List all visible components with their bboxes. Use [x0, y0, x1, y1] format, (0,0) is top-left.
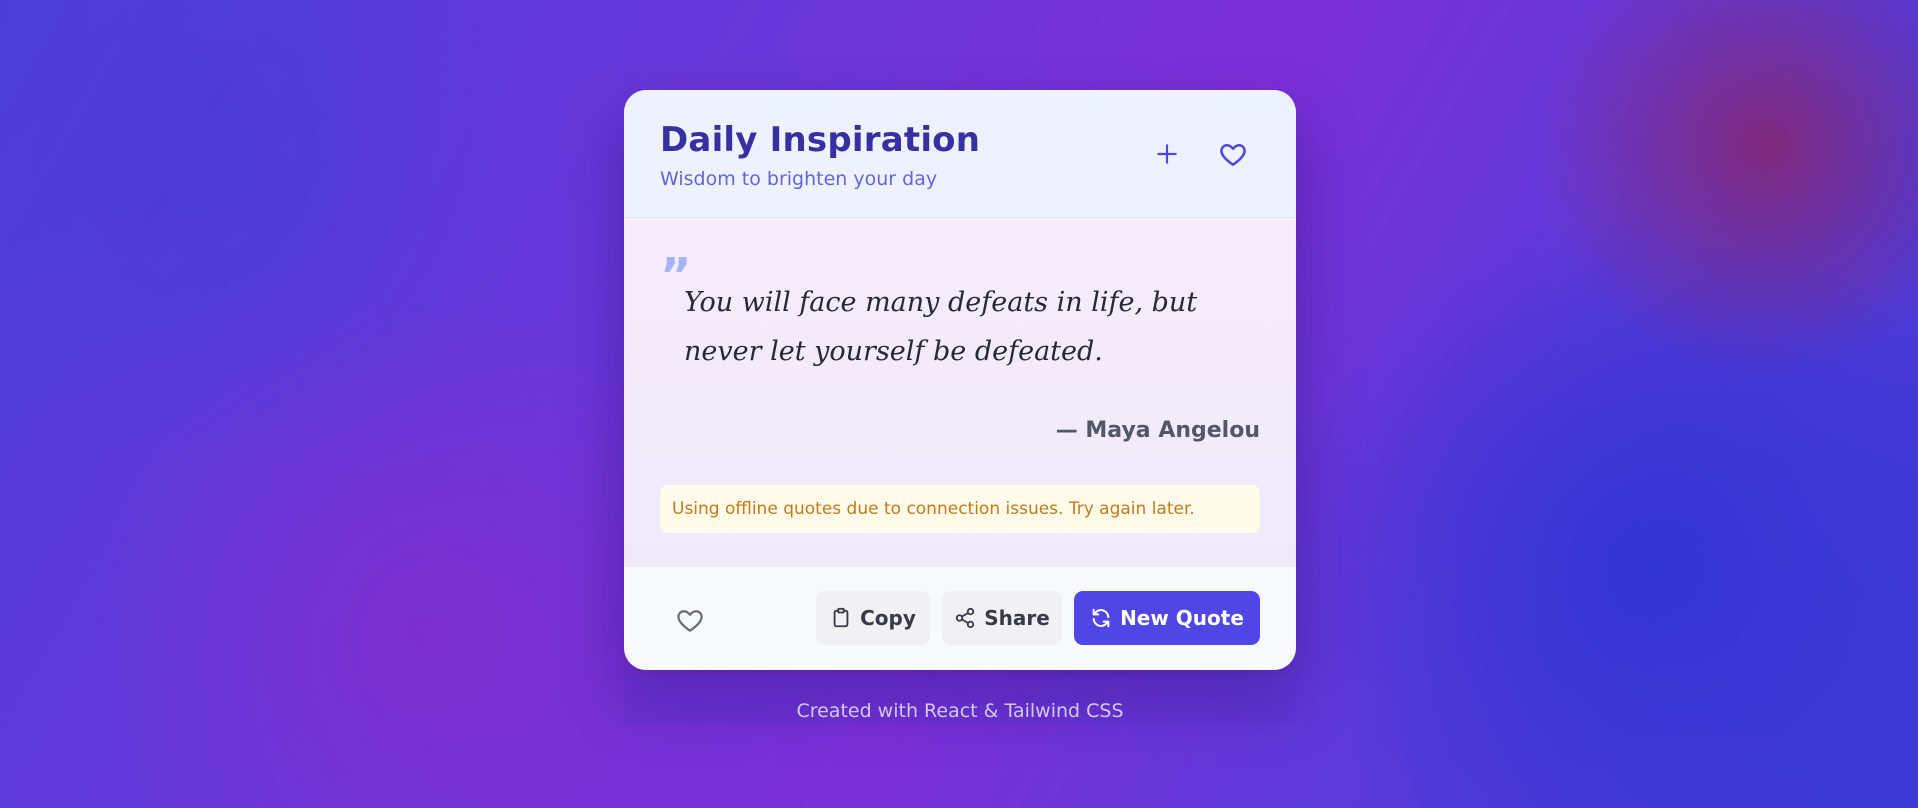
- offline-notice: Using offline quotes due to connection i…: [660, 485, 1260, 533]
- new-quote-label: New Quote: [1120, 606, 1244, 630]
- app-subtitle: Wisdom to brighten your day: [660, 168, 938, 190]
- quote-card: Daily Inspiration Wisdom to brighten you…: [624, 90, 1296, 670]
- like-button[interactable]: [670, 600, 710, 640]
- favorites-button[interactable]: [1213, 134, 1253, 174]
- heart-outline-icon: [677, 610, 703, 632]
- heart-icon: [1220, 144, 1246, 166]
- copy-label: Copy: [860, 606, 916, 630]
- new-quote-button[interactable]: New Quote: [1074, 591, 1260, 645]
- quote-author: — Maya Angelou: [1055, 418, 1260, 443]
- plus-icon: [1157, 144, 1177, 164]
- quote-body: ” You will face many defeats in life, bu…: [624, 218, 1296, 567]
- add-quote-button[interactable]: [1147, 134, 1187, 174]
- footer-credit: Created with React & Tailwind CSS: [624, 676, 1296, 724]
- copy-button[interactable]: Copy: [816, 591, 930, 645]
- share-label: Share: [984, 606, 1050, 630]
- refresh-icon: [1092, 608, 1110, 628]
- card-actions: Copy Share New Quote: [624, 567, 1296, 670]
- quote-text: You will face many defeats in life, but …: [684, 287, 1198, 367]
- app-title: Daily Inspiration: [660, 120, 981, 160]
- clipboard-icon: [833, 607, 849, 628]
- share-icon: [956, 607, 975, 629]
- card-header: Daily Inspiration Wisdom to brighten you…: [624, 90, 1296, 218]
- share-button[interactable]: Share: [942, 591, 1062, 645]
